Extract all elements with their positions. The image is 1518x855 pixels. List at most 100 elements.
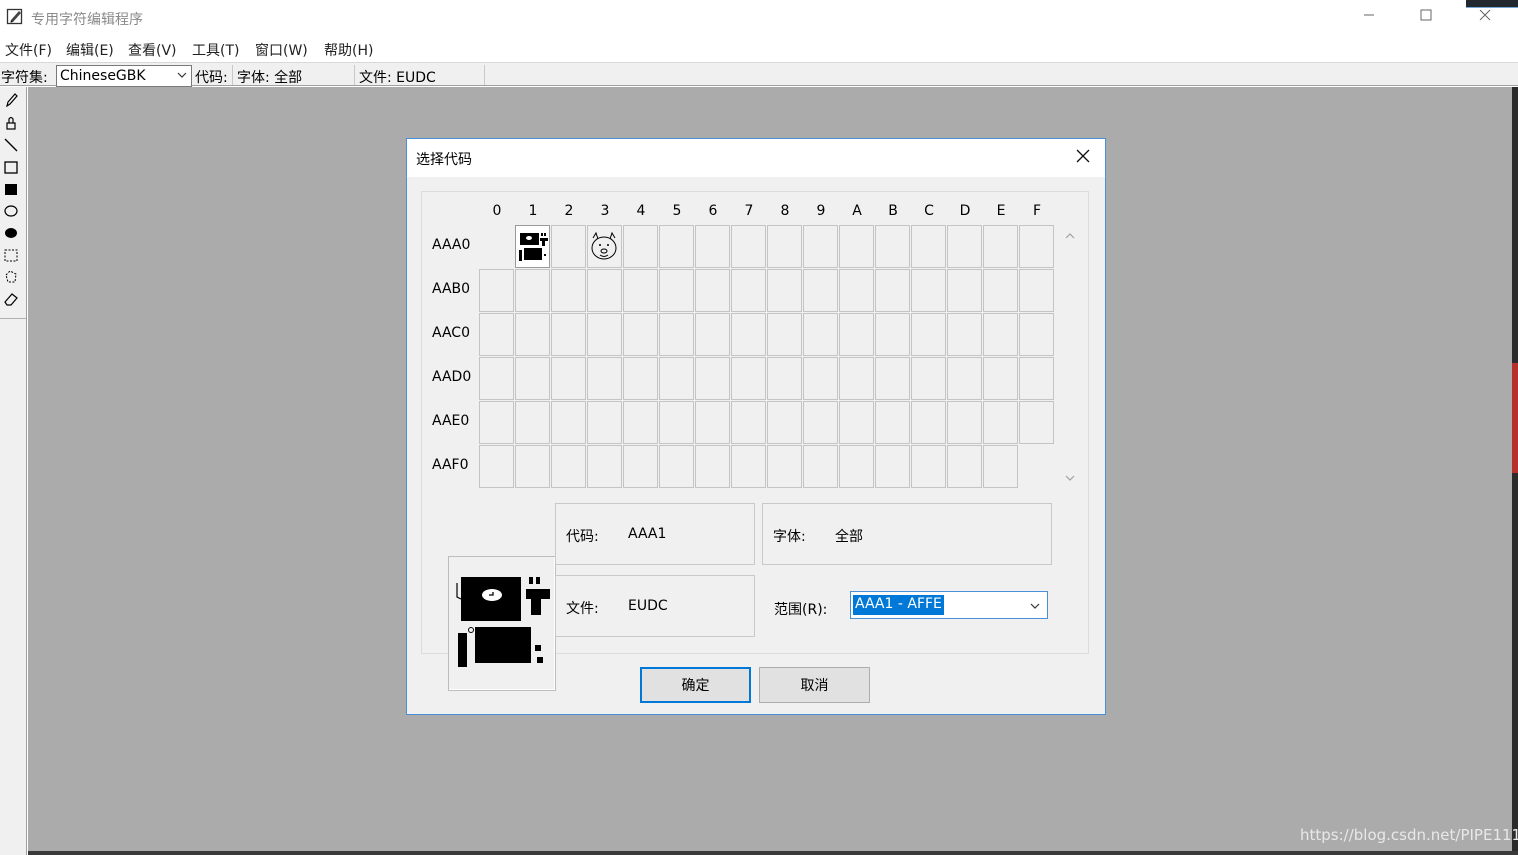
menu-tools[interactable]: 工具(T) [192,40,239,60]
grid-cell[interactable] [839,225,874,268]
grid-cell[interactable] [479,357,514,400]
grid-cell[interactable] [731,445,766,488]
grid-cell[interactable] [983,357,1018,400]
grid-cell[interactable] [659,225,694,268]
grid-cell[interactable] [947,445,982,488]
cancel-button[interactable]: 取消 [759,667,870,703]
grid-cell[interactable] [479,313,514,356]
grid-cell[interactable] [551,225,586,268]
grid-cell[interactable] [767,225,802,268]
menu-help[interactable]: 帮助(H) [324,40,373,60]
grid-cell[interactable] [947,269,982,312]
minimize-button[interactable] [1340,0,1398,34]
grid-cell[interactable] [767,313,802,356]
menu-window[interactable]: 窗口(W) [255,40,308,60]
grid-cell[interactable] [551,357,586,400]
dialog-close-button[interactable] [1071,147,1095,169]
grid-cell[interactable] [479,445,514,488]
grid-cell[interactable] [551,401,586,444]
grid-cell[interactable] [983,445,1018,488]
grid-cell[interactable] [659,313,694,356]
grid-cell[interactable] [695,445,730,488]
grid-cell[interactable] [911,445,946,488]
grid-cell[interactable] [767,445,802,488]
grid-cell[interactable] [839,357,874,400]
grid-cell[interactable] [983,401,1018,444]
scroll-down-button[interactable] [1063,472,1077,486]
grid-cell[interactable] [947,313,982,356]
grid-cell[interactable] [731,269,766,312]
grid-cell[interactable] [623,313,658,356]
grid-cell[interactable] [983,269,1018,312]
grid-cell[interactable] [515,357,550,400]
hollow-ellipse-tool[interactable] [3,205,19,221]
grid-cell[interactable] [731,357,766,400]
grid-cell[interactable] [803,357,838,400]
grid-cell[interactable] [587,225,622,268]
range-select[interactable]: AAA1 - AFFE [850,591,1048,619]
grid-cell[interactable] [587,313,622,356]
grid-cell[interactable] [767,401,802,444]
ok-button[interactable]: 确定 [640,667,751,703]
grid-cell[interactable] [911,225,946,268]
grid-cell[interactable] [947,225,982,268]
grid-cell[interactable] [839,445,874,488]
grid-cell[interactable] [875,445,910,488]
grid-cell[interactable] [767,269,802,312]
menu-view[interactable]: 查看(V) [128,40,177,60]
grid-cell[interactable] [515,445,550,488]
filled-rectangle-tool[interactable] [3,183,19,199]
scroll-up-button[interactable] [1063,230,1077,244]
charset-select[interactable]: ChineseGBK [56,65,192,87]
rect-select-tool[interactable] [3,249,19,265]
grid-cell[interactable] [911,357,946,400]
grid-cell[interactable] [551,445,586,488]
grid-cell[interactable] [1019,313,1054,356]
grid-cell[interactable] [1019,357,1054,400]
grid-cell[interactable] [875,269,910,312]
grid-cell[interactable] [803,269,838,312]
grid-cell[interactable] [515,225,550,268]
grid-cell[interactable] [623,269,658,312]
grid-cell[interactable] [515,401,550,444]
brush-tool[interactable] [3,116,19,133]
grid-cell[interactable] [875,225,910,268]
hollow-rectangle-tool[interactable] [3,161,19,177]
grid-cell[interactable] [911,401,946,444]
grid-cell[interactable] [731,401,766,444]
grid-cell[interactable] [695,357,730,400]
grid-cell[interactable] [731,313,766,356]
filled-ellipse-tool[interactable] [3,227,19,243]
grid-cell[interactable] [695,225,730,268]
grid-cell[interactable] [947,357,982,400]
grid-cell[interactable] [875,313,910,356]
grid-cell[interactable] [731,225,766,268]
grid-cell[interactable] [767,357,802,400]
grid-cell[interactable] [551,269,586,312]
grid-cell[interactable] [623,357,658,400]
grid-cell[interactable] [623,225,658,268]
grid-cell[interactable] [695,313,730,356]
grid-cell[interactable] [947,401,982,444]
grid-cell[interactable] [659,445,694,488]
grid-cell[interactable] [911,269,946,312]
grid-cell[interactable] [623,445,658,488]
grid-cell[interactable] [983,225,1018,268]
grid-cell[interactable] [875,401,910,444]
menu-edit[interactable]: 编辑(E) [66,40,114,60]
grid-cell[interactable] [911,313,946,356]
grid-cell[interactable] [803,313,838,356]
grid-cell[interactable] [1019,401,1054,444]
grid-cell[interactable] [875,357,910,400]
grid-cell[interactable] [803,445,838,488]
grid-cell[interactable] [839,401,874,444]
eraser-tool[interactable] [3,293,19,309]
grid-cell[interactable] [515,269,550,312]
grid-cell[interactable] [479,401,514,444]
grid-cell[interactable] [479,269,514,312]
menu-file[interactable]: 文件(F) [5,40,52,60]
grid-cell[interactable] [587,401,622,444]
grid-cell[interactable] [695,401,730,444]
grid-cell[interactable] [983,313,1018,356]
grid-cell[interactable] [839,269,874,312]
